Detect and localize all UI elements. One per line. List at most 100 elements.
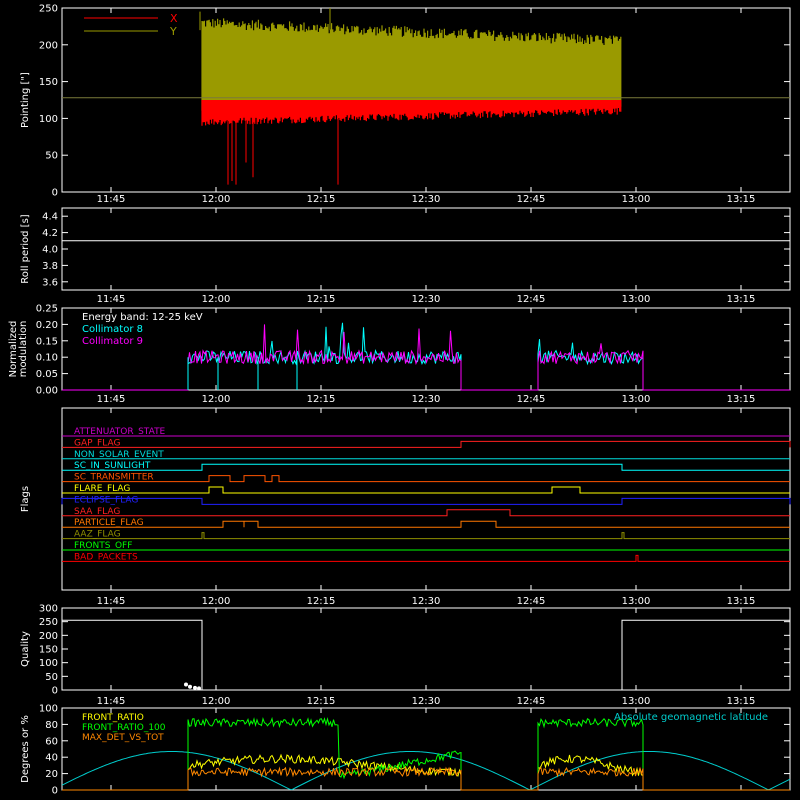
x-tick-label: 11:45 bbox=[97, 194, 126, 205]
y-tick-label: 200 bbox=[39, 631, 58, 642]
y-tick-label: 0.20 bbox=[36, 320, 58, 331]
y-tick-label: 60 bbox=[45, 736, 58, 747]
x-tick-label: 12:30 bbox=[412, 696, 441, 707]
panel-frame-2 bbox=[61, 207, 791, 291]
flag-label-bad-packets: BAD_PACKETS bbox=[74, 552, 138, 562]
flag-label-sc-transmitter: SC_TRANSMITTER bbox=[74, 473, 154, 483]
y-tick-label: 300 bbox=[39, 604, 58, 615]
x-tick-label: 12:45 bbox=[517, 394, 546, 405]
quality-point bbox=[193, 685, 197, 690]
x-tick-label: 13:00 bbox=[622, 394, 651, 405]
y-tick-label: 100 bbox=[39, 658, 58, 669]
flag-line-aaz-flag bbox=[62, 532, 790, 540]
x-tick-label: 13:15 bbox=[727, 394, 756, 405]
y-tick-label: 40 bbox=[45, 753, 58, 764]
y-tick-label: 4.0 bbox=[42, 245, 58, 256]
legend-label-front-ratio: FRONT_RATIO bbox=[82, 713, 144, 723]
y-tick-label: 250 bbox=[39, 617, 58, 628]
y-tick-label: 100 bbox=[39, 704, 58, 715]
x-tick-label: 12:45 bbox=[517, 696, 546, 707]
x-tick-label: 12:30 bbox=[412, 596, 441, 607]
flag-label-particle-flag: PARTICLE_FLAG bbox=[74, 518, 144, 528]
x-tick-label: 12:00 bbox=[202, 596, 231, 607]
y-axis-label-4: Flags bbox=[20, 486, 31, 512]
x-tick-label: 12:15 bbox=[307, 394, 336, 405]
flag-line-saa-flag bbox=[62, 509, 790, 517]
quality-line bbox=[62, 619, 790, 691]
x-tick-label: 12:30 bbox=[412, 394, 441, 405]
x-tick-label: 13:00 bbox=[622, 294, 651, 305]
y-tick-label: 250 bbox=[39, 4, 58, 15]
y-tick-label: 100 bbox=[39, 114, 58, 125]
x-tick-label: 12:00 bbox=[202, 394, 231, 405]
x-tick-label: 11:45 bbox=[97, 596, 126, 607]
y-tick-label: 0.00 bbox=[36, 386, 58, 397]
y-axis-label-3-line2: modulation bbox=[18, 321, 29, 378]
legend-label-y: Y bbox=[169, 25, 177, 38]
flag-line-gap-flag bbox=[62, 440, 791, 448]
y-tick-label: 0 bbox=[52, 686, 58, 697]
flag-label-fronts-off: FRONTS_OFF bbox=[74, 541, 132, 551]
x-tick-label: 12:30 bbox=[412, 194, 441, 205]
legend-label-collimator-8: Collimator 8 bbox=[82, 324, 143, 335]
flag-label-attenuator-state: ATTENUATOR_STATE bbox=[74, 427, 166, 437]
legend-label-front-ratio-100: FRONT_RATIO_100 bbox=[82, 723, 166, 733]
flag-label-flare-flag: FLARE_FLAG bbox=[74, 484, 130, 494]
panel-frame-4 bbox=[61, 407, 791, 591]
x-tick-label: 12:00 bbox=[202, 696, 231, 707]
x-tick-label: 13:15 bbox=[727, 596, 756, 607]
y-tick-label: 4.4 bbox=[42, 212, 58, 223]
flag-label-non-solar-event: NON_SOLAR_EVENT bbox=[74, 450, 164, 460]
quality-point bbox=[188, 684, 192, 689]
x-tick-label: 11:45 bbox=[97, 294, 126, 305]
y-tick-label: 4.2 bbox=[42, 228, 58, 239]
series-x-band bbox=[201, 100, 622, 126]
legend-label-x: X bbox=[170, 12, 178, 25]
y-tick-label: 0 bbox=[52, 188, 58, 199]
y-axis-label-5: Quality bbox=[20, 631, 31, 667]
x-tick-label: 12:15 bbox=[307, 696, 336, 707]
x-tick-label: 13:15 bbox=[727, 294, 756, 305]
quality-point bbox=[197, 686, 201, 691]
x-tick-label: 12:30 bbox=[412, 294, 441, 305]
x-tick-label: 12:45 bbox=[517, 194, 546, 205]
x-tick-label: 12:00 bbox=[202, 294, 231, 305]
y-tick-label: 150 bbox=[39, 645, 58, 656]
x-tick-label: 11:45 bbox=[97, 394, 126, 405]
legend-label-absolute-geomagnetic-latitude: Absolute geomagnetic latitude bbox=[614, 712, 768, 723]
x-tick-label: 13:00 bbox=[622, 596, 651, 607]
flag-label-aaz-flag: AAZ_FLAG bbox=[74, 530, 121, 540]
y-tick-label: 0.10 bbox=[36, 353, 58, 364]
x-tick-label: 11:45 bbox=[97, 696, 126, 707]
flag-line-bad-packets bbox=[62, 554, 790, 562]
flag-label-saa-flag: SAA_FLAG bbox=[74, 507, 120, 517]
series-collimator-8 bbox=[62, 322, 790, 391]
x-tick-label: 13:15 bbox=[727, 696, 756, 707]
x-tick-label: 12:00 bbox=[202, 194, 231, 205]
y-tick-label: 3.6 bbox=[42, 277, 58, 288]
x-tick-label: 12:15 bbox=[307, 194, 336, 205]
y-axis-label-6: Degrees or % bbox=[20, 715, 31, 783]
y-tick-label: 50 bbox=[45, 151, 58, 162]
energy-band-annotation: Energy band: 12-25 keV bbox=[82, 312, 203, 323]
x-tick-label: 12:45 bbox=[517, 294, 546, 305]
y-tick-label: 0.15 bbox=[36, 336, 58, 347]
flag-label-eclipse-flag: ECLIPSE_FLAG bbox=[74, 495, 138, 505]
x-tick-label: 12:15 bbox=[307, 294, 336, 305]
x-tick-label: 12:45 bbox=[517, 596, 546, 607]
y-tick-label: 150 bbox=[39, 77, 58, 88]
flag-line-sc-transmitter bbox=[62, 475, 790, 483]
y-axis-label-2: Roll period [s] bbox=[20, 214, 31, 283]
y-tick-label: 0 bbox=[52, 786, 58, 797]
y-tick-label: 200 bbox=[39, 40, 58, 51]
hessi-quicklook-chart: 11:45 12:00 12:15 12:30 12:45 13:00 13:15 0 50 10… bbox=[8, 4, 791, 797]
y-tick-label: 0.05 bbox=[36, 369, 58, 380]
y-tick-label: 20 bbox=[45, 769, 58, 780]
x-tick-label: 12:15 bbox=[307, 596, 336, 607]
flag-line-flare-flag bbox=[62, 486, 790, 494]
flag-line-sc-in-sunlight bbox=[62, 463, 790, 471]
x-tick-label: 13:15 bbox=[727, 194, 756, 205]
y-tick-label: 3.8 bbox=[42, 261, 58, 272]
legend-label-collimator-9: Collimator 9 bbox=[82, 336, 143, 347]
y-tick-label: 80 bbox=[45, 720, 58, 731]
